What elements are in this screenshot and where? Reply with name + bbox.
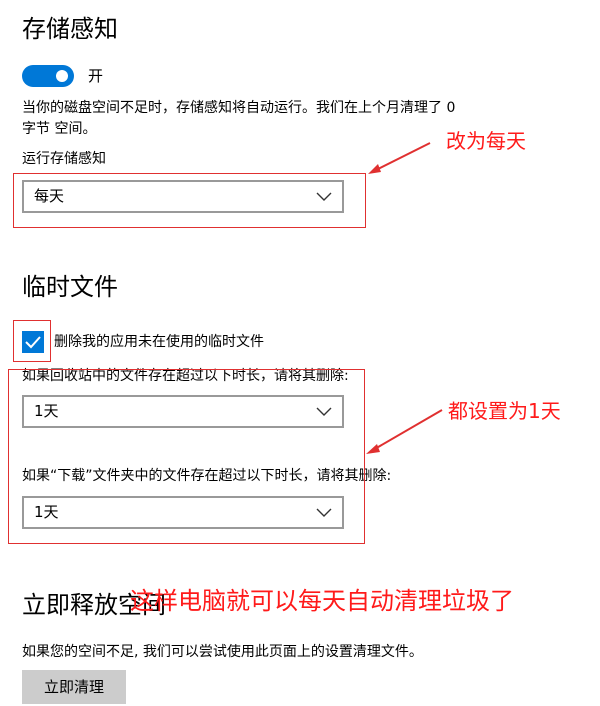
annotation-note-daily-cleanup: 这样电脑就可以每天自动清理垃圾了 bbox=[130, 587, 514, 615]
annotation-arrow-1 bbox=[373, 142, 431, 172]
free-space-description: 如果您的空间不足, 我们可以尝试使用此页面上的设置清理文件。 bbox=[22, 644, 423, 660]
arrowhead-icon bbox=[368, 164, 381, 174]
clean-now-button[interactable]: 立即清理 bbox=[22, 670, 126, 704]
annotation-arrow-2 bbox=[372, 409, 443, 451]
arrowhead-icon bbox=[366, 444, 380, 454]
